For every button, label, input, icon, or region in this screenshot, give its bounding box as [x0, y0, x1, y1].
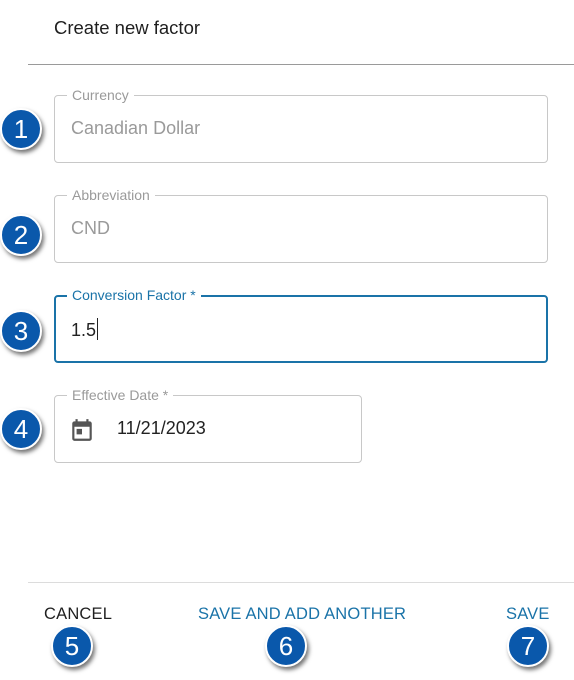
callout-badge-3: 3: [0, 310, 42, 352]
conversion-factor-label: Conversion Factor *: [67, 286, 201, 304]
currency-value: Canadian Dollar: [71, 118, 201, 138]
calendar-icon[interactable]: [69, 417, 95, 443]
header-divider: [28, 64, 574, 65]
abbreviation-label: Abbreviation: [67, 186, 155, 204]
callout-badge-2: 2: [0, 214, 42, 256]
cancel-button[interactable]: CANCEL: [44, 605, 112, 624]
callout-badge-5: 5: [51, 625, 93, 667]
text-caret: [97, 318, 99, 340]
conversion-factor-input[interactable]: Conversion Factor * 1.5: [54, 286, 548, 363]
callout-badge-1: 1: [0, 108, 42, 150]
currency-field: Currency Canadian Dollar: [54, 86, 548, 163]
callout-badge-4: 4: [0, 408, 42, 450]
effective-date-label: Effective Date *: [67, 386, 174, 404]
callout-badge-7: 7: [507, 625, 549, 667]
abbreviation-field: Abbreviation CND: [54, 186, 548, 263]
effective-date-value[interactable]: 11/21/2023: [117, 418, 206, 439]
dialog-title: Create new factor: [54, 17, 201, 38]
save-and-add-another-button[interactable]: SAVE AND ADD ANOTHER: [198, 605, 406, 624]
save-button[interactable]: SAVE: [506, 605, 550, 624]
abbreviation-value: CND: [71, 218, 110, 238]
effective-date-input[interactable]: Effective Date * 11/21/2023: [54, 386, 362, 463]
conversion-factor-value[interactable]: 1.5: [71, 318, 99, 341]
callout-badge-6: 6: [265, 625, 307, 667]
footer-divider: [28, 582, 574, 583]
currency-label: Currency: [67, 86, 134, 104]
